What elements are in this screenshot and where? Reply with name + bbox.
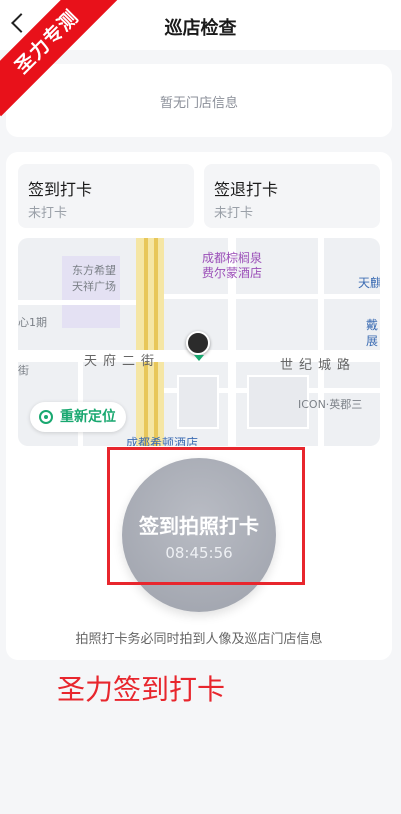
poi-label[interactable]: 成都希顿酒店 xyxy=(126,434,198,446)
sign-out-title: 签退打卡 xyxy=(214,180,279,199)
locate-icon xyxy=(39,410,53,424)
annotation-highlight-box xyxy=(107,447,305,585)
store-info-card: 暂无门店信息 xyxy=(6,64,392,137)
poi-label[interactable]: 戴 xyxy=(366,316,378,333)
map-label: ICON·英郡三 xyxy=(298,398,363,411)
user-location-avatar xyxy=(186,331,210,361)
map-label: 天祥广场 xyxy=(72,280,116,293)
map-label: 街 xyxy=(18,364,29,377)
sign-in-state: 未打卡 xyxy=(28,206,68,221)
map-label: 心1期 xyxy=(18,316,47,329)
relocate-label: 重新定位 xyxy=(60,409,116,425)
store-empty-text: 暂无门店信息 xyxy=(159,96,238,111)
poi-label[interactable]: 天麒 xyxy=(358,274,380,291)
sign-out-state: 未打卡 xyxy=(214,206,254,221)
sign-in-status: 签到打卡 未打卡 xyxy=(18,164,194,228)
relocate-button[interactable]: 重新定位 xyxy=(30,402,126,432)
annotation-caption: 圣力签到打卡 xyxy=(57,673,226,706)
map-view[interactable]: 东方希望 天祥广场 心1期 街 天府二街 世纪城路 成都棕榈泉 费尔蒙酒店 天麒… xyxy=(18,238,380,446)
road-label: 世纪城路 xyxy=(280,358,357,373)
poi-label[interactable]: 费尔蒙酒店 xyxy=(202,264,262,281)
sign-in-title: 签到打卡 xyxy=(28,180,93,199)
map-label: 东方希望 xyxy=(72,264,116,277)
road-label: 天府二街 xyxy=(84,354,161,369)
poi-label[interactable]: 展 xyxy=(366,332,378,349)
photo-hint: 拍照打卡务必同时拍到人像及巡店门店信息 xyxy=(75,632,323,647)
sign-out-status: 签退打卡 未打卡 xyxy=(204,164,380,228)
